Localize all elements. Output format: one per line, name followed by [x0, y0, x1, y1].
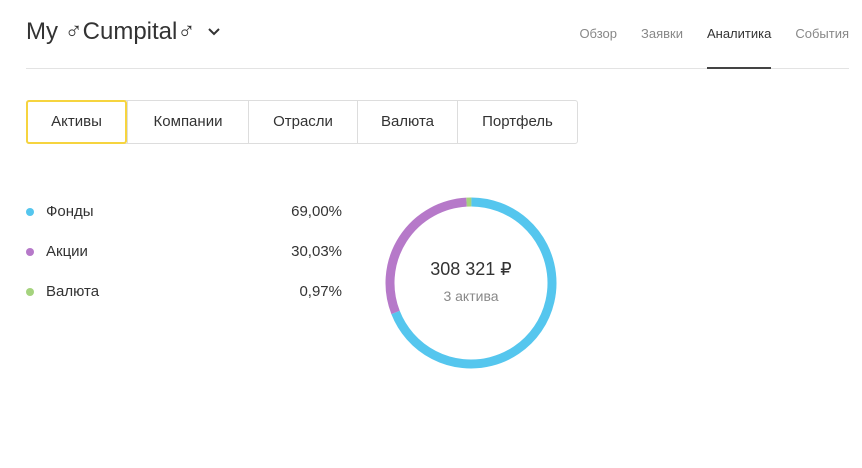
legend-percent: 0,97%: [299, 283, 342, 300]
asset-count: 3 актива: [443, 287, 499, 304]
analytics-tabs: Активы Компании Отрасли Валюта Портфель: [26, 100, 578, 144]
donut-center: 308 321 ₽ 3 актива: [380, 192, 562, 374]
legend-percent: 30,03%: [291, 243, 342, 260]
tab-industries[interactable]: Отрасли: [248, 101, 357, 143]
portfolio-title: My ♂Cumpital♂: [26, 18, 196, 45]
tab-assets[interactable]: Активы: [26, 100, 127, 144]
nav-events[interactable]: События: [795, 0, 849, 68]
legend-item-currency: Валюта 0,97%: [26, 272, 342, 312]
allocation-donut-chart: 308 321 ₽ 3 актива: [380, 192, 562, 374]
tab-currency[interactable]: Валюта: [357, 101, 457, 143]
allocation-legend: Фонды 69,00% Акции 30,03% Валюта 0,97%: [26, 192, 342, 312]
tab-companies[interactable]: Компании: [127, 101, 248, 143]
legend-dot: [26, 248, 34, 256]
legend-label: Акции: [46, 243, 88, 260]
app-header: My ♂Cumpital♂ Обзор Заявки Аналитика Соб…: [26, 0, 849, 69]
portfolio-selector[interactable]: My ♂Cumpital♂: [26, 18, 221, 46]
top-nav: Обзор Заявки Аналитика События: [555, 0, 849, 69]
portfolio-total: 308 321 ₽: [430, 258, 512, 279]
legend-dot: [26, 208, 34, 216]
legend-percent: 69,00%: [291, 203, 342, 220]
legend-item-funds: Фонды 69,00%: [26, 192, 342, 232]
nav-overview[interactable]: Обзор: [579, 0, 617, 68]
chevron-down-icon: [208, 28, 221, 36]
nav-orders[interactable]: Заявки: [641, 0, 683, 68]
nav-analytics[interactable]: Аналитика: [706, 0, 772, 69]
legend-label: Валюта: [46, 283, 100, 300]
legend-label: Фонды: [46, 203, 94, 220]
tab-portfolio[interactable]: Портфель: [457, 101, 577, 143]
legend-item-stocks: Акции 30,03%: [26, 232, 342, 272]
legend-dot: [26, 288, 34, 296]
